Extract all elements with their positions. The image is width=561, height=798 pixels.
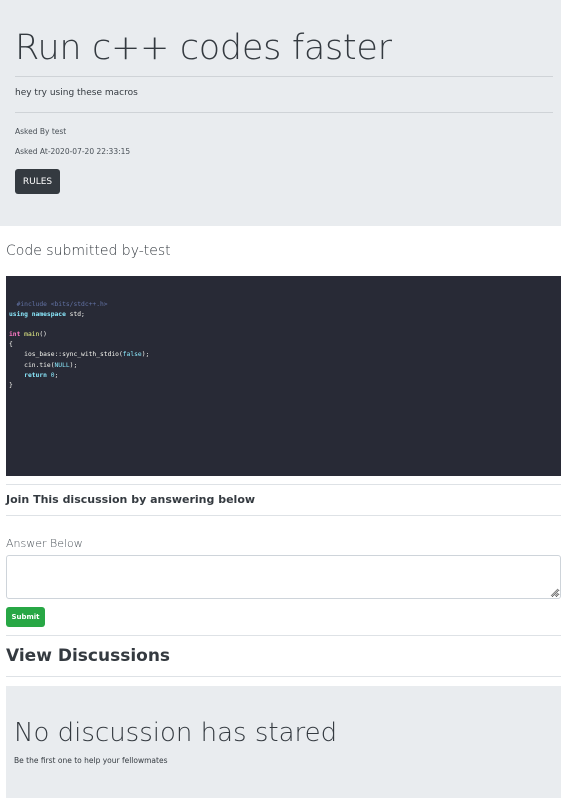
empty-discussions-panel: No discussion has stared Be the first on… xyxy=(6,686,561,798)
code-line: #include <bits/stdc++.h> xyxy=(9,301,108,308)
divider xyxy=(15,76,553,77)
question-header: Run c++ codes faster hey try using these… xyxy=(0,0,561,226)
view-discussions-title: View Discussions xyxy=(6,646,171,666)
question-title: Run c++ codes faster xyxy=(15,28,392,68)
code-line: return 0; xyxy=(24,371,59,379)
divider xyxy=(15,112,553,113)
resize-grip-icon[interactable] xyxy=(549,587,559,597)
code-line: cin.tie(NULL); xyxy=(9,361,78,369)
empty-discussions-heading: No discussion has stared xyxy=(14,718,338,748)
question-description: hey try using these macros xyxy=(15,88,138,98)
join-discussion-text: Join This discussion by answering below xyxy=(6,493,256,506)
divider xyxy=(6,676,561,677)
code-line: } xyxy=(9,381,13,389)
asked-at: Asked At-2020-07-20 22:33:15 xyxy=(15,147,131,156)
asked-by: Asked By test xyxy=(15,127,67,136)
code-block: #include <bits/stdc++.h> using namespace… xyxy=(6,276,561,476)
empty-discussions-subtext: Be the first one to help your fellowmate… xyxy=(14,756,168,765)
divider xyxy=(6,515,561,516)
divider xyxy=(6,635,561,636)
rules-button[interactable]: RULES xyxy=(15,169,60,194)
answer-label: Answer Below xyxy=(6,537,83,550)
code-line: ios_base::sync_with_stdio(false); xyxy=(9,351,150,359)
code-line: using namespace std; xyxy=(9,311,85,319)
answer-textarea[interactable] xyxy=(6,555,561,599)
divider xyxy=(6,484,561,485)
code-section-heading: Code submitted by-test xyxy=(6,243,171,259)
code-line: int main() xyxy=(9,331,47,339)
code-line: { xyxy=(9,341,13,349)
submit-button[interactable]: Submit xyxy=(6,607,45,627)
